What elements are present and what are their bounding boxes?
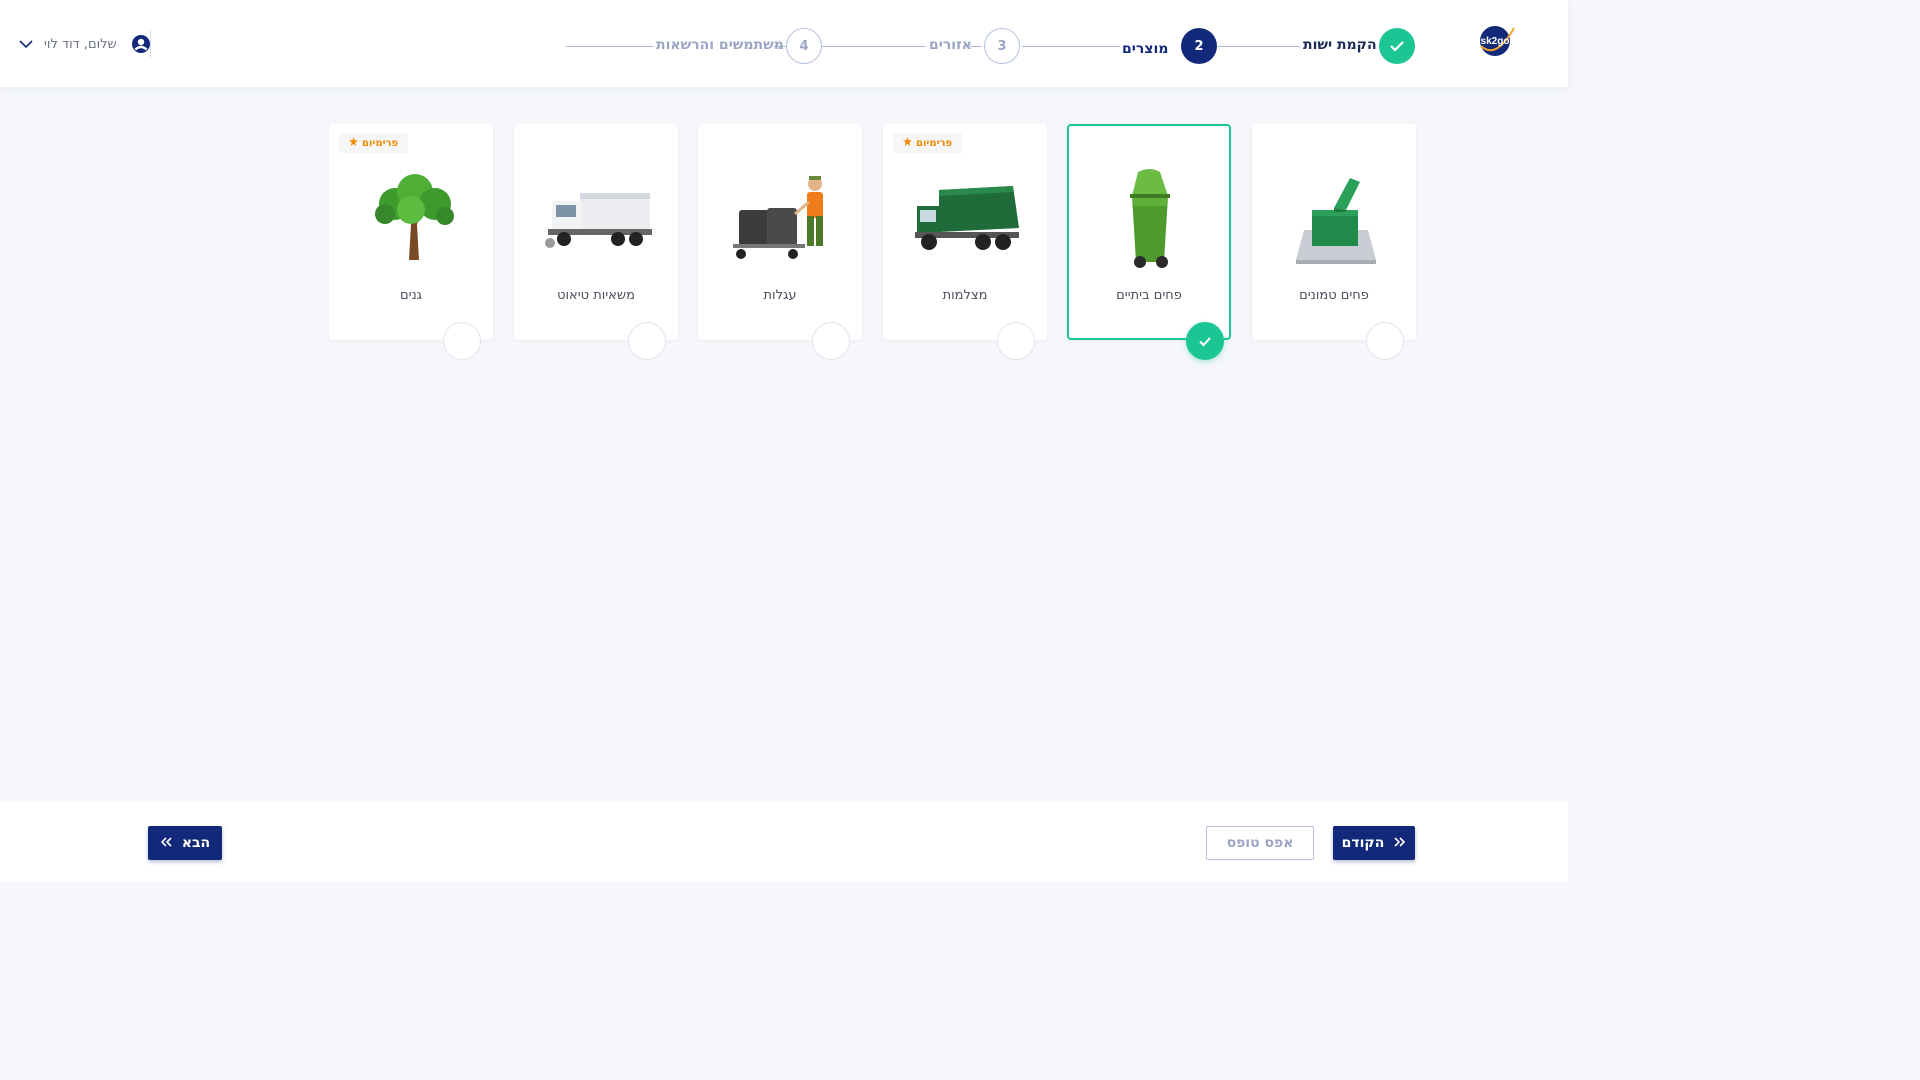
- bottom-footer: הקודם אפס טופס הבא: [0, 802, 1568, 882]
- app-logo[interactable]: sk2go: [1476, 20, 1516, 60]
- product-label: גנים: [399, 288, 423, 303]
- user-menu[interactable]: שלום, דוד לוי: [18, 30, 151, 58]
- stepper-line: [566, 46, 654, 47]
- product-label: פחים ביתיים: [1116, 288, 1182, 303]
- product-card-cameras[interactable]: פרימיום מצלמות: [883, 124, 1047, 360]
- premium-badge: פרימיום: [893, 133, 963, 153]
- step-4-circle[interactable]: 4: [786, 28, 822, 64]
- chevron-down-icon[interactable]: [18, 36, 34, 52]
- step-2-circle[interactable]: 2: [1181, 28, 1217, 64]
- step-2-label[interactable]: מוצרים: [1122, 41, 1168, 57]
- product-select-radio[interactable]: [628, 322, 666, 360]
- stepper-line: [1218, 46, 1300, 47]
- logo-text: sk2go: [1481, 36, 1510, 47]
- product-select-radio[interactable]: [997, 322, 1035, 360]
- product-label: פחים טמונים: [1299, 288, 1369, 303]
- cart-worker-icon: [722, 162, 842, 274]
- premium-label: פרימיום: [362, 137, 399, 149]
- tree-icon: [353, 162, 473, 274]
- star-icon: [349, 137, 358, 149]
- user-avatar-icon[interactable]: [131, 34, 151, 54]
- top-header: sk2go שלום, דוד לוי הקמת ישות 2 מוצרים 3…: [0, 0, 1568, 87]
- product-card-carts[interactable]: עגלות: [698, 124, 862, 360]
- product-select-radio[interactable]: [443, 322, 481, 360]
- household-bin-icon: [1091, 162, 1211, 274]
- underground-bin-icon: [1276, 162, 1396, 274]
- product-select-radio[interactable]: [1186, 322, 1224, 360]
- product-card-sweeper-trucks[interactable]: משאיות טיאוט: [514, 124, 678, 360]
- step-1-label[interactable]: הקמת ישות: [1303, 37, 1377, 53]
- user-greeting: שלום, דוד לוי: [44, 36, 117, 52]
- step-3-circle[interactable]: 3: [984, 28, 1020, 64]
- premium-label: פרימיום: [916, 137, 953, 149]
- product-card-underground-bins[interactable]: פחים טמונים: [1252, 124, 1416, 360]
- double-chevron-right-icon: [1394, 835, 1406, 851]
- stepper-line: [822, 46, 926, 47]
- next-button[interactable]: הבא: [148, 826, 222, 860]
- previous-button[interactable]: הקודם: [1333, 826, 1415, 860]
- product-card-household-bins[interactable]: פחים ביתיים: [1067, 124, 1231, 360]
- step-3-label[interactable]: אזורים: [929, 37, 972, 53]
- premium-badge: פרימיום: [339, 133, 409, 153]
- step-1-circle[interactable]: [1379, 28, 1415, 64]
- sweeper-truck-icon: [538, 162, 658, 274]
- garbage-truck-icon: [907, 162, 1027, 274]
- star-icon: [903, 137, 912, 149]
- product-select-radio[interactable]: [1366, 322, 1404, 360]
- next-label: הבא: [181, 835, 211, 851]
- check-icon: [1390, 41, 1404, 52]
- product-label: עגלות: [763, 288, 797, 303]
- reset-form-button[interactable]: אפס טופס: [1206, 826, 1314, 860]
- check-icon: [1199, 336, 1211, 346]
- product-label: משאיות טיאוט: [557, 288, 635, 303]
- product-card-gardens[interactable]: פרימיום גנים: [329, 124, 493, 360]
- product-select-radio[interactable]: [812, 322, 850, 360]
- reset-label: אפס טופס: [1226, 835, 1294, 851]
- double-chevron-left-icon: [160, 835, 172, 851]
- step-4-label[interactable]: משתמשים והרשאות: [656, 37, 784, 53]
- product-label: מצלמות: [942, 288, 988, 303]
- stepper-line: [1022, 46, 1120, 47]
- previous-label: הקודם: [1341, 835, 1385, 851]
